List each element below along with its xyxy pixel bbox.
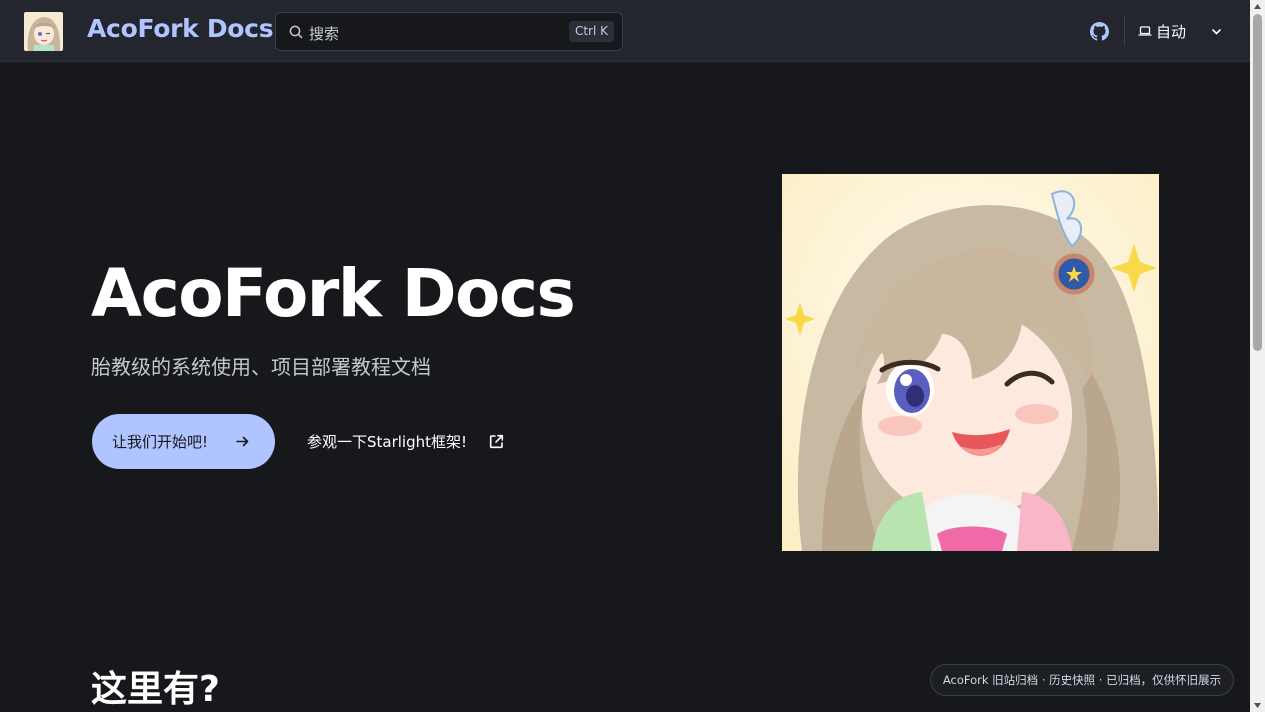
search-button[interactable]: 搜索 Ctrl K xyxy=(275,12,623,51)
site-title[interactable]: AcoFork Docs xyxy=(87,14,274,43)
arrow-right-icon xyxy=(236,436,249,447)
external-link-icon xyxy=(489,434,504,448)
archive-badge: AcoFork 旧站归档 · 历史快照 · 已归档，仅供怀旧展示 xyxy=(930,664,1234,696)
page: AcoFork Docs 搜索 Ctrl K 自动 AcoFork Docs 胎… xyxy=(0,0,1265,712)
hero-tagline: 胎教级的系统使用、项目部署教程文档 xyxy=(91,355,431,379)
laptop-icon xyxy=(1138,26,1152,36)
search-icon xyxy=(289,25,303,39)
get-started-button[interactable]: 让我们开始吧! xyxy=(92,414,275,469)
theme-label: 自动 xyxy=(1156,22,1187,41)
scrollbar-thumb[interactable] xyxy=(1253,14,1262,351)
chevron-down-icon[interactable] xyxy=(1210,25,1223,38)
site-logo[interactable] xyxy=(24,12,63,51)
starlight-link[interactable]: 参观一下Starlight框架! xyxy=(307,430,505,452)
section-heading: 这里有? xyxy=(91,669,220,710)
starlight-link-label: 参观一下Starlight框架! xyxy=(307,432,468,451)
search-shortcut: Ctrl K xyxy=(568,21,614,42)
site-header: AcoFork Docs 搜索 Ctrl K 自动 xyxy=(0,0,1250,62)
scroll-down-icon[interactable] xyxy=(1253,702,1262,709)
get-started-label: 让我们开始吧! xyxy=(112,433,209,451)
scroll-up-icon[interactable] xyxy=(1253,3,1262,10)
github-icon[interactable] xyxy=(1090,22,1109,41)
search-placeholder: 搜索 xyxy=(309,25,340,43)
header-divider xyxy=(1124,16,1125,46)
hero-illustration xyxy=(782,174,1159,551)
hero-title: AcoFork Docs xyxy=(91,255,576,332)
